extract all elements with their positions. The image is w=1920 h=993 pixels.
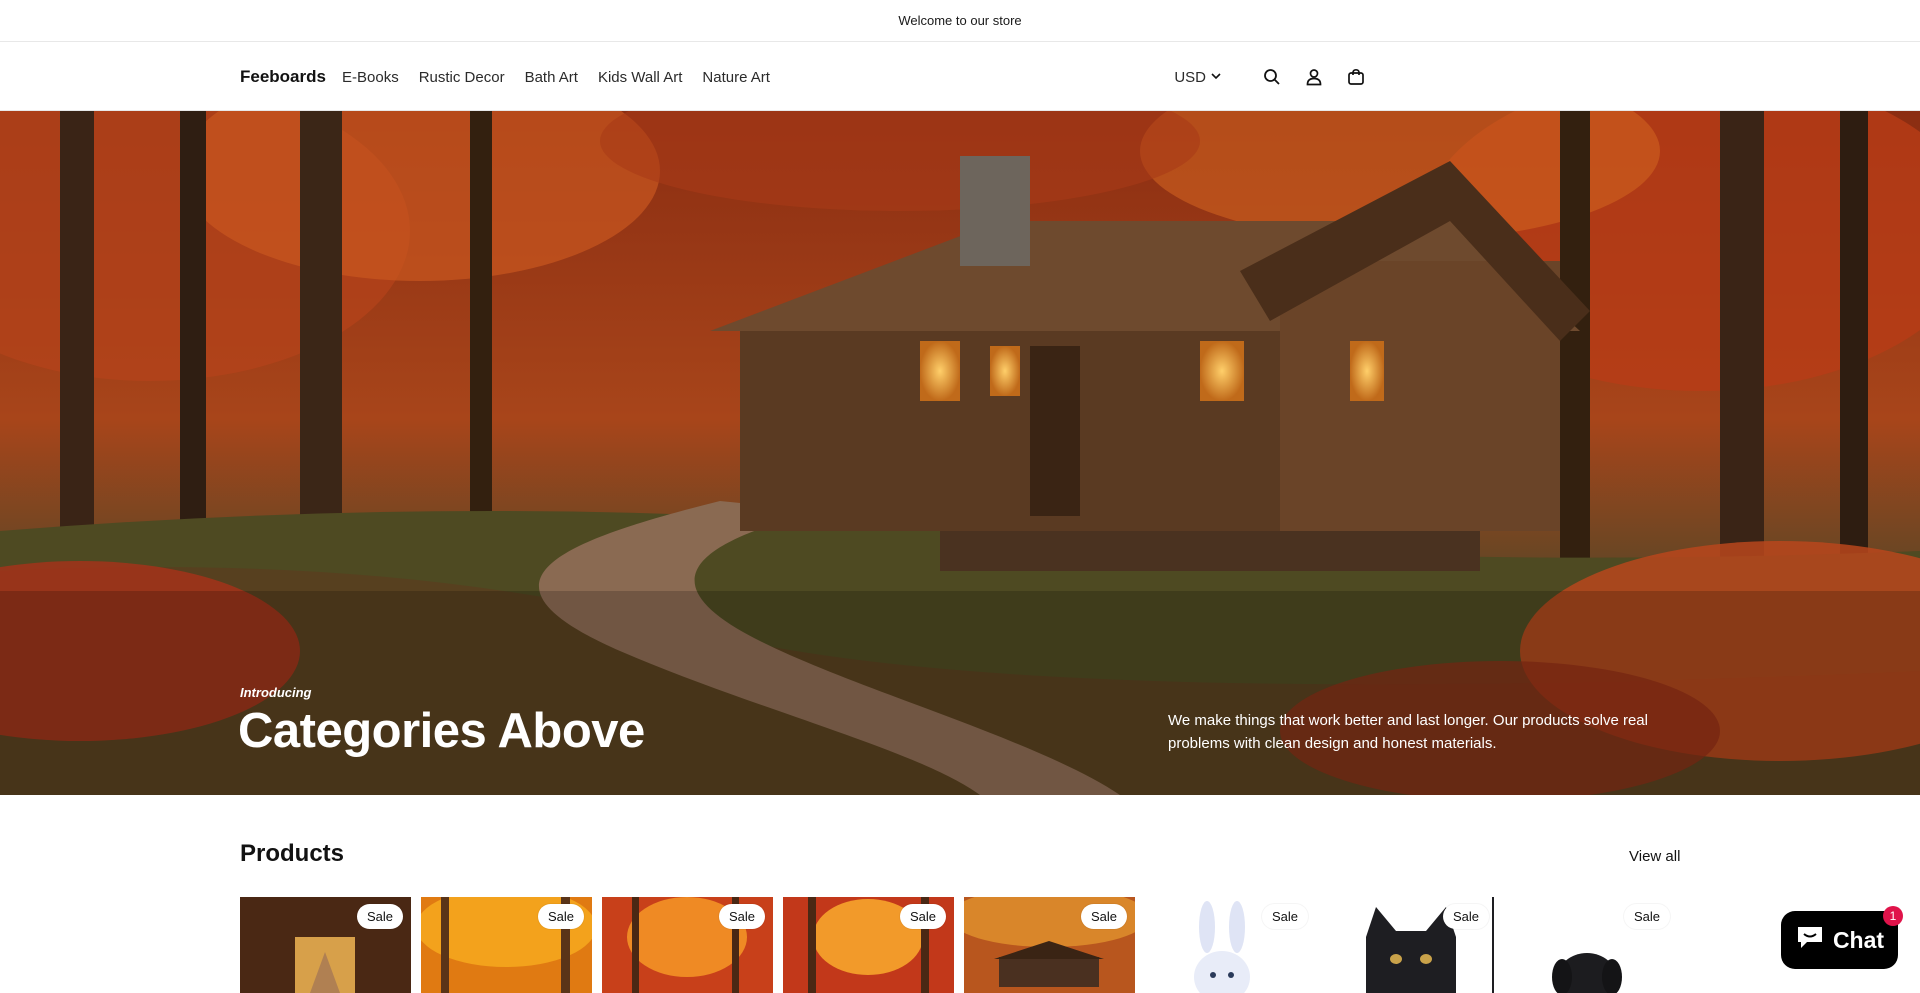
sale-badge: Sale <box>899 904 946 929</box>
sale-badge: Sale <box>1080 904 1127 929</box>
hero-kicker: Introducing <box>240 685 312 700</box>
product-card-black-kitten[interactable]: Sale <box>1326 897 1497 993</box>
sale-badge: Sale <box>1623 904 1670 929</box>
nav-item-kids-wall-art[interactable]: Kids Wall Art <box>598 69 682 86</box>
chat-button[interactable]: Chat <box>1781 911 1898 969</box>
product-card-red-forest-road[interactable]: Sale <box>602 897 773 993</box>
hero-banner: Introducing Categories Above We make thi… <box>0 111 1920 795</box>
product-card-bunny[interactable]: Sale <box>1145 897 1316 993</box>
product-card-red-forest-path[interactable]: Sale <box>783 897 954 993</box>
chevron-down-icon <box>1210 69 1222 86</box>
announcement-text: Welcome to our store <box>898 13 1022 28</box>
chat-label: Chat <box>1832 926 1885 953</box>
sale-badge: Sale <box>1261 904 1308 929</box>
site-header: Feeboards E-Books Rustic Decor Bath Art … <box>0 43 1920 111</box>
sale-badge: Sale <box>356 904 403 929</box>
hero-title: Categories Above <box>238 704 645 758</box>
product-card-autumn-forest-path[interactable]: Sale <box>421 897 592 993</box>
sale-badge: Sale <box>537 904 584 929</box>
currency-selector[interactable]: USD <box>1174 69 1222 86</box>
nav-item-ebooks[interactable]: E-Books <box>342 69 399 86</box>
nav-item-bath-art[interactable]: Bath Art <box>525 69 578 86</box>
products-section-title: Products <box>240 840 345 867</box>
product-card-cabin-woods[interactable]: Sale <box>964 897 1135 993</box>
nav-item-rustic-decor[interactable]: Rustic Decor <box>419 69 505 86</box>
product-card-covered-bridge[interactable]: Sale <box>240 897 411 993</box>
brand-logo[interactable]: Feeboards <box>240 43 326 111</box>
search-icon[interactable] <box>1260 65 1284 89</box>
sale-badge: Sale <box>1442 904 1489 929</box>
view-all-link[interactable]: View all <box>1629 848 1680 865</box>
product-card-black-puppy[interactable]: Sale <box>1507 897 1678 993</box>
announcement-bar: Welcome to our store <box>0 0 1920 42</box>
nav-item-nature-art[interactable]: Nature Art <box>702 69 770 86</box>
hero-description: We make things that work better and last… <box>1168 712 1648 752</box>
product-grid: Sale Sale Sale Sale Sale Sale Sale Sale <box>240 897 1680 993</box>
currency-label: USD <box>1174 68 1206 86</box>
chat-notification-badge: 1 <box>1883 906 1903 926</box>
cart-icon[interactable] <box>1344 65 1368 89</box>
header-tools: USD <box>1174 43 1368 111</box>
account-icon[interactable] <box>1302 65 1326 89</box>
chat-bubble-icon <box>1795 924 1825 956</box>
sale-badge: Sale <box>718 904 765 929</box>
main-nav: E-Books Rustic Decor Bath Art Kids Wall … <box>342 43 770 111</box>
